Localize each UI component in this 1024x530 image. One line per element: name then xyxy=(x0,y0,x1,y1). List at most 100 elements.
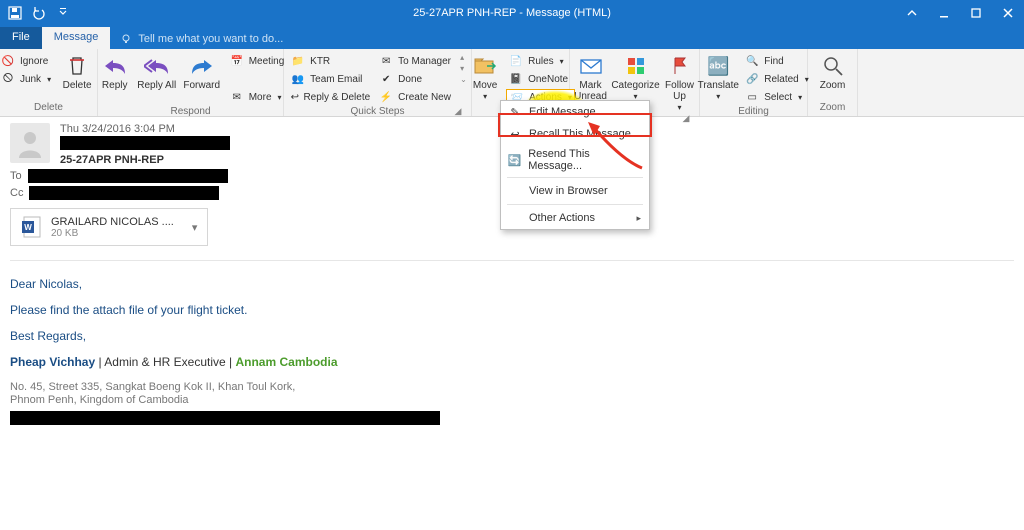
close-icon xyxy=(1002,7,1014,19)
onenote-icon: 📓 xyxy=(508,73,524,87)
qs-reply-delete[interactable]: ↩Reply & Delete xyxy=(288,89,372,106)
junk-button[interactable]: 🛇Junk▾ xyxy=(0,71,53,88)
meeting-icon: 📅 xyxy=(229,55,245,69)
group-label-zoom: Zoom xyxy=(814,102,851,116)
to-label: To xyxy=(10,170,22,182)
menu-separator xyxy=(507,177,643,178)
flag-icon xyxy=(665,53,695,79)
signature-address1: No. 45, Street 335, Sangkat Boeng Kok II… xyxy=(10,381,1014,394)
tags-dialog-launcher[interactable]: ◢ xyxy=(681,113,691,123)
manager-icon: ✉ xyxy=(378,55,394,69)
ignore-button[interactable]: 🚫Ignore xyxy=(0,53,53,70)
ribbon-options-button[interactable] xyxy=(896,0,928,25)
edit-icon: ✎ xyxy=(507,104,523,120)
attachment-name: GRAILARD NICOLAS .... xyxy=(51,216,174,228)
submenu-arrow-icon: ▸ xyxy=(636,213,641,224)
junk-icon: 🛇 xyxy=(0,73,16,87)
tab-message[interactable]: Message xyxy=(42,27,111,49)
create-icon: ⚡ xyxy=(378,91,394,105)
qs-to-manager[interactable]: ✉To Manager xyxy=(376,53,456,70)
qs-team-email[interactable]: 👥Team Email xyxy=(288,71,372,88)
rules-button[interactable]: 📄Rules▾ xyxy=(506,53,575,70)
tab-file[interactable]: File xyxy=(0,27,42,49)
zoom-icon xyxy=(818,53,848,79)
reply-delete-icon: ↩ xyxy=(290,91,299,105)
body-regards: Best Regards, xyxy=(10,329,1014,343)
forward-icon xyxy=(187,53,217,79)
message-from xyxy=(60,136,230,153)
save-button[interactable] xyxy=(4,2,26,24)
attachment-dropdown[interactable]: ▾ xyxy=(192,221,198,234)
done-icon: ✔ xyxy=(378,73,394,87)
menu-recall-message[interactable]: ↩Recall This Message... xyxy=(501,123,649,145)
find-button[interactable]: 🔍Find xyxy=(742,53,810,70)
svg-text:W: W xyxy=(24,223,32,232)
body-line1: Please find the attach file of your flig… xyxy=(10,303,1014,317)
team-icon: 👥 xyxy=(290,73,306,87)
window-title: 25-27APR PNH-REP - Message (HTML) xyxy=(413,7,611,19)
undo-button[interactable] xyxy=(28,2,50,24)
qs-ktr[interactable]: 📁KTR xyxy=(288,53,372,70)
translate-button[interactable]: 🔤 Translate▾ xyxy=(696,51,740,102)
body-greeting: Dear Nicolas, xyxy=(10,277,1014,291)
qs-done[interactable]: ✔Done xyxy=(376,71,456,88)
menu-other-actions[interactable]: Other Actions▸ xyxy=(501,207,649,229)
related-icon: 🔗 xyxy=(744,73,760,87)
qs-create-new[interactable]: ⚡Create New xyxy=(376,89,456,106)
zoom-button[interactable]: Zoom xyxy=(813,51,853,91)
menu-edit-message[interactable]: ✎Edit Message xyxy=(501,101,649,123)
select-icon: ▭ xyxy=(744,91,760,105)
qat-customize[interactable] xyxy=(52,2,74,24)
bulb-icon xyxy=(120,33,132,45)
sender-avatar xyxy=(10,123,50,163)
more-respond-button[interactable]: ✉More▾ xyxy=(227,89,287,106)
forward-button[interactable]: Forward xyxy=(179,51,225,91)
menu-view-browser[interactable]: View in Browser xyxy=(501,180,649,202)
actions-dropdown-menu: ✎Edit Message ↩Recall This Message... 🔄R… xyxy=(500,100,650,230)
redacted-line xyxy=(10,411,440,425)
save-icon xyxy=(8,6,22,20)
onenote-button[interactable]: 📓OneNote xyxy=(506,71,575,88)
group-label-respond: Respond xyxy=(104,106,277,117)
reply-button[interactable]: Reply xyxy=(95,51,135,91)
reply-all-icon xyxy=(142,53,172,79)
folder-icon: 📁 xyxy=(290,55,306,69)
menu-separator xyxy=(507,204,643,205)
reply-icon xyxy=(100,53,130,79)
ribbon-tab-bar: File Message Tell me what you want to do… xyxy=(0,25,1024,49)
move-button[interactable]: Move▾ xyxy=(466,51,504,102)
categorize-button[interactable]: Categorize▾ xyxy=(613,51,659,102)
title-bar: 25-27APR PNH-REP - Message (HTML) xyxy=(0,0,1024,25)
rules-icon: 📄 xyxy=(508,55,524,69)
group-label-quicksteps: Quick Steps◢ xyxy=(290,106,465,117)
maximize-button[interactable] xyxy=(960,0,992,25)
group-label-delete: Delete xyxy=(6,102,91,116)
mark-unread-icon xyxy=(576,53,606,79)
close-button[interactable] xyxy=(992,0,1024,25)
recall-icon: ↩ xyxy=(507,126,523,142)
attachment-chip[interactable]: W GRAILARD NICOLAS .... 20 KB ▾ xyxy=(10,208,208,246)
word-doc-icon: W xyxy=(21,215,43,239)
meeting-button[interactable]: 📅Meeting xyxy=(227,53,287,70)
select-button[interactable]: ▭Select▾ xyxy=(742,89,810,106)
attachment-size: 20 KB xyxy=(51,228,174,239)
menu-resend-message[interactable]: 🔄Resend This Message... xyxy=(501,145,649,175)
reply-all-button[interactable]: Reply All xyxy=(137,51,177,91)
more-icon: ✉ xyxy=(229,91,245,105)
related-button[interactable]: 🔗Related▾ xyxy=(742,71,810,88)
group-label-editing: Editing xyxy=(706,106,801,117)
undo-icon xyxy=(32,6,46,20)
move-icon xyxy=(470,53,500,79)
qs-dialog-launcher[interactable]: ◢ xyxy=(453,106,463,116)
message-subject: 25-27APR PNH-REP xyxy=(60,154,230,166)
cc-value-redacted xyxy=(29,186,219,200)
mark-unread-button[interactable]: Mark Unread xyxy=(571,51,611,102)
ignore-icon: 🚫 xyxy=(0,55,16,69)
delete-button[interactable]: Delete xyxy=(55,51,99,91)
find-icon: 🔍 xyxy=(744,55,760,69)
resend-icon: 🔄 xyxy=(507,152,522,168)
tell-me-box[interactable]: Tell me what you want to do... xyxy=(110,29,293,49)
translate-icon: 🔤 xyxy=(703,53,733,79)
follow-up-button[interactable]: Follow Up▾ xyxy=(661,51,699,113)
minimize-button[interactable] xyxy=(928,0,960,25)
